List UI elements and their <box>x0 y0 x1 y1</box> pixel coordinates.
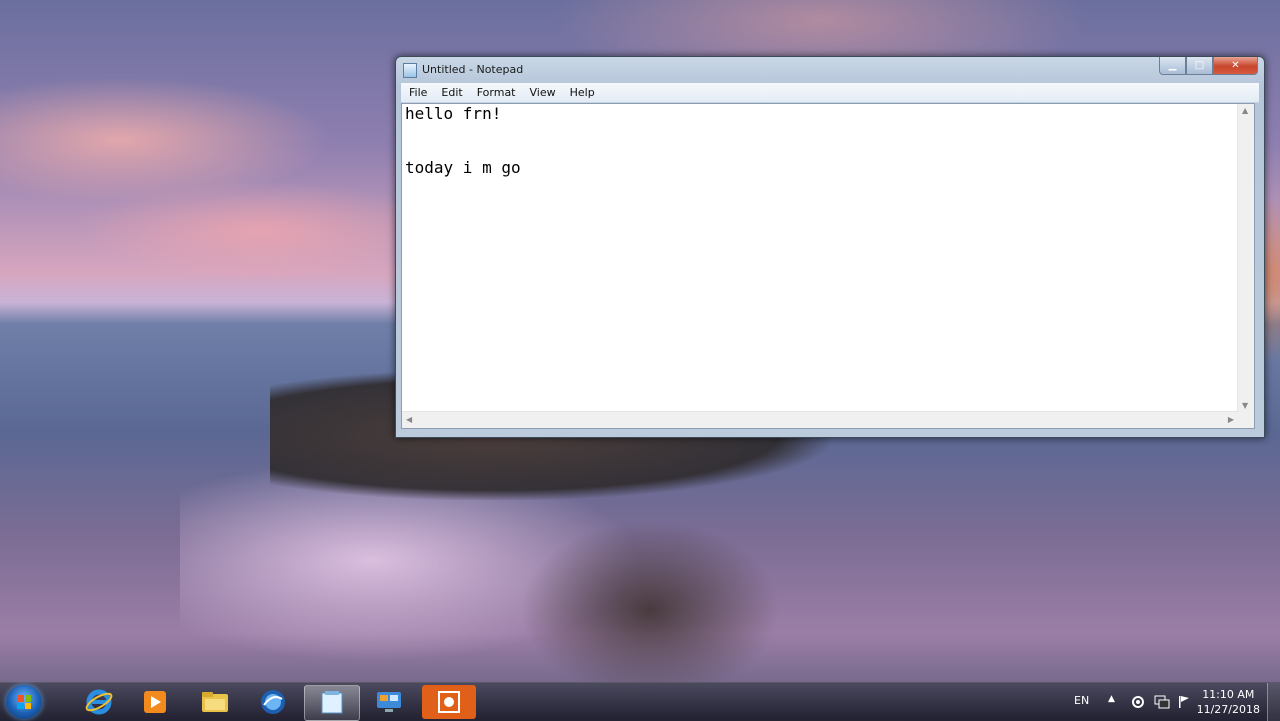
minimize-button[interactable]: ▁ <box>1159 57 1186 75</box>
menu-file[interactable]: File <box>403 86 433 99</box>
taskbar-screen-recorder[interactable] <box>422 685 476 719</box>
language-indicator[interactable]: EN <box>1074 694 1089 707</box>
system-tray: EN ▲ 11:10 AM 11/27/2018 <box>1060 683 1280 721</box>
text-editor[interactable]: hello frn! today i m go ▲ ▼ ◀ ▶ <box>401 103 1255 429</box>
scroll-right-icon[interactable]: ▶ <box>1228 415 1234 424</box>
notepad-icon <box>403 63 417 78</box>
taskbar-file-explorer[interactable] <box>188 685 242 719</box>
maximize-icon: □ <box>1194 60 1205 71</box>
show-hidden-icons-icon[interactable]: ▲ <box>1108 694 1115 704</box>
browser-icon <box>261 690 285 714</box>
menu-view[interactable]: View <box>524 86 562 99</box>
menu-format[interactable]: Format <box>471 86 522 99</box>
start-button[interactable] <box>6 685 42 719</box>
close-icon: ✕ <box>1231 60 1240 71</box>
record-icon <box>438 691 460 713</box>
taskbar-browser[interactable] <box>246 685 300 719</box>
text-line: today i m go <box>405 158 521 177</box>
text-line: hello frn! <box>405 104 502 123</box>
vertical-scrollbar[interactable]: ▲ ▼ <box>1237 104 1254 412</box>
taskbar: EN ▲ 11:10 AM 11/27/2018 <box>0 682 1280 721</box>
media-player-icon <box>144 691 166 713</box>
internet-explorer-icon <box>85 689 113 715</box>
notepad-window[interactable]: Untitled - Notepad ▁ □ ✕ File Edit Forma… <box>395 56 1265 438</box>
menu-edit[interactable]: Edit <box>435 86 468 99</box>
taskbar-remote-desktop[interactable] <box>362 685 416 719</box>
menu-help[interactable]: Help <box>564 86 601 99</box>
scroll-left-icon[interactable]: ◀ <box>406 415 412 424</box>
folder-icon <box>202 692 228 712</box>
taskbar-notepad[interactable] <box>304 685 360 721</box>
show-desktop-button[interactable] <box>1267 683 1280 721</box>
network-icon[interactable] <box>1154 694 1170 710</box>
notepad-icon <box>321 691 343 714</box>
size-grip[interactable] <box>1238 412 1254 428</box>
scroll-down-icon[interactable]: ▼ <box>1242 401 1248 410</box>
scroll-up-icon[interactable]: ▲ <box>1242 106 1248 115</box>
minimize-icon: ▁ <box>1168 60 1177 71</box>
clock-time: 11:10 AM <box>1202 688 1255 701</box>
horizontal-scrollbar[interactable]: ◀ ▶ <box>402 411 1238 428</box>
clock[interactable]: 11:10 AM 11/27/2018 <box>1197 687 1260 717</box>
window-title: Untitled - Notepad <box>422 63 524 76</box>
taskbar-media-player[interactable] <box>128 685 182 719</box>
close-button[interactable]: ✕ <box>1213 57 1258 75</box>
title-bar[interactable]: Untitled - Notepad ▁ □ ✕ <box>396 57 1264 83</box>
clock-date: 11/27/2018 <box>1196 703 1260 716</box>
wallpaper-rocks <box>520 520 780 700</box>
maximize-button[interactable]: □ <box>1186 57 1213 75</box>
windows-logo-icon <box>17 695 31 709</box>
action-center-flag-icon[interactable] <box>1176 694 1192 710</box>
remote-desktop-icon <box>377 692 401 712</box>
taskbar-internet-explorer[interactable] <box>72 685 126 719</box>
menu-bar: File Edit Format View Help <box>401 83 1259 103</box>
capture-icon[interactable] <box>1130 694 1146 710</box>
